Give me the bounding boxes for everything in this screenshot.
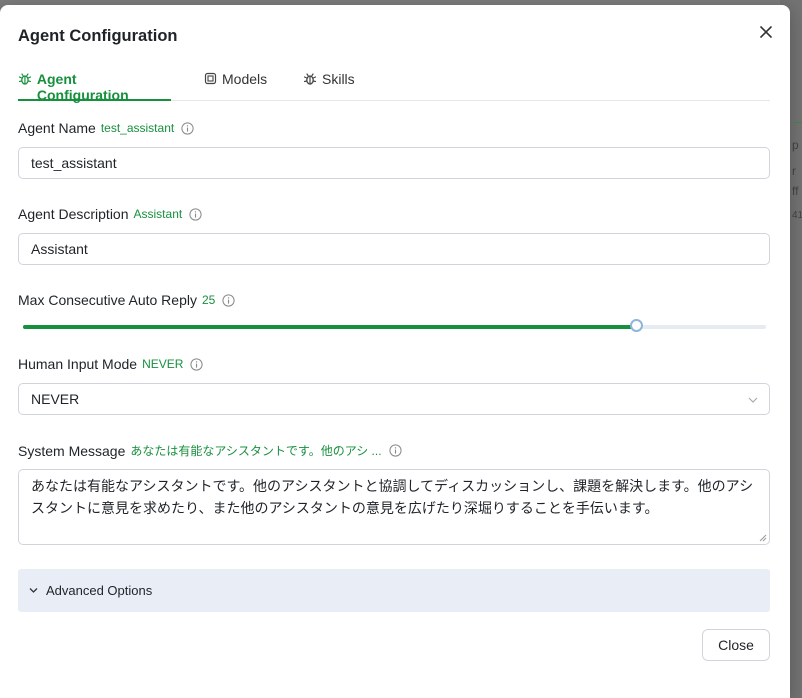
modal-title: Agent Configuration	[18, 27, 178, 45]
field-label: Human Input Mode	[18, 356, 138, 372]
field-label: Max Consecutive Auto Reply	[18, 292, 197, 308]
field-value-hint: test_assistant	[100, 121, 175, 135]
background-divider	[794, 122, 802, 123]
agent-configuration-modal: Agent Configuration Agent Configuration …	[0, 5, 790, 698]
tab-label: Models	[222, 71, 268, 87]
close-button[interactable]: Close	[702, 629, 770, 661]
field-label: Agent Description	[18, 206, 129, 222]
bug-icon	[303, 73, 317, 85]
system-message-textarea[interactable]: あなたは有能なアシスタントです。他のアシスタントと協調してディスカッションし、課…	[18, 469, 770, 545]
info-icon[interactable]	[189, 207, 202, 221]
field-label: System Message	[18, 442, 126, 459]
agent-description-input[interactable]: Assistant	[18, 233, 770, 265]
field-value-hint: NEVER	[142, 357, 184, 371]
background-text: p	[792, 138, 799, 152]
max-reply-label-row: Max Consecutive Auto Reply 25	[18, 292, 235, 308]
agent-name-input[interactable]: test_assistant	[18, 147, 770, 179]
info-icon[interactable]	[222, 293, 235, 307]
advanced-options-label: Advanced Options	[46, 583, 153, 598]
agent-name-label-row: Agent Name test_assistant	[18, 120, 194, 136]
background-text: ff	[792, 184, 799, 198]
background-text: r	[792, 164, 796, 178]
resize-handle-icon[interactable]	[758, 533, 767, 542]
chevron-down-icon	[748, 397, 758, 403]
cpu-icon	[204, 72, 217, 85]
human-input-label-row: Human Input Mode NEVER	[18, 356, 204, 372]
tab-label: Agent Configuration	[36, 71, 129, 103]
info-icon[interactable]	[388, 444, 402, 457]
agent-description-label-row: Agent Description Assistant	[18, 206, 202, 222]
tab-skills[interactable]: Skills	[303, 65, 355, 101]
select-value: NEVER	[31, 391, 80, 407]
bug-icon	[18, 73, 31, 85]
field-value-hint: Assistant	[133, 207, 183, 221]
tab-agent-configuration[interactable]: Agent Configuration	[18, 65, 171, 103]
slider-handle[interactable]	[629, 319, 643, 332]
slider-fill	[23, 325, 636, 329]
background-text: 41	[792, 210, 802, 221]
human-input-mode-select[interactable]: NEVER	[18, 383, 770, 415]
field-label: Agent Name	[18, 120, 96, 136]
info-icon[interactable]	[181, 121, 194, 135]
chevron-down-icon	[29, 588, 38, 593]
system-message-label-row: System Message あなたは有能なアシスタントです。他のアシ ...	[18, 442, 402, 459]
tab-models[interactable]: Models	[204, 65, 267, 101]
tab-bar: Agent Configuration Models Skills	[18, 65, 770, 103]
tab-label: Skills	[322, 71, 355, 87]
system-message-text: あなたは有能なアシスタントです。他のアシスタントと協調してディスカッションし、課…	[31, 478, 754, 516]
info-icon[interactable]	[190, 357, 204, 371]
advanced-options-collapse[interactable]: Advanced Options	[18, 569, 770, 612]
field-value-hint: あなたは有能なアシスタントです。他のアシ ...	[130, 444, 382, 458]
max-reply-slider[interactable]	[23, 319, 766, 332]
close-icon[interactable]	[756, 22, 776, 42]
max-reply-value: 25	[201, 293, 216, 307]
